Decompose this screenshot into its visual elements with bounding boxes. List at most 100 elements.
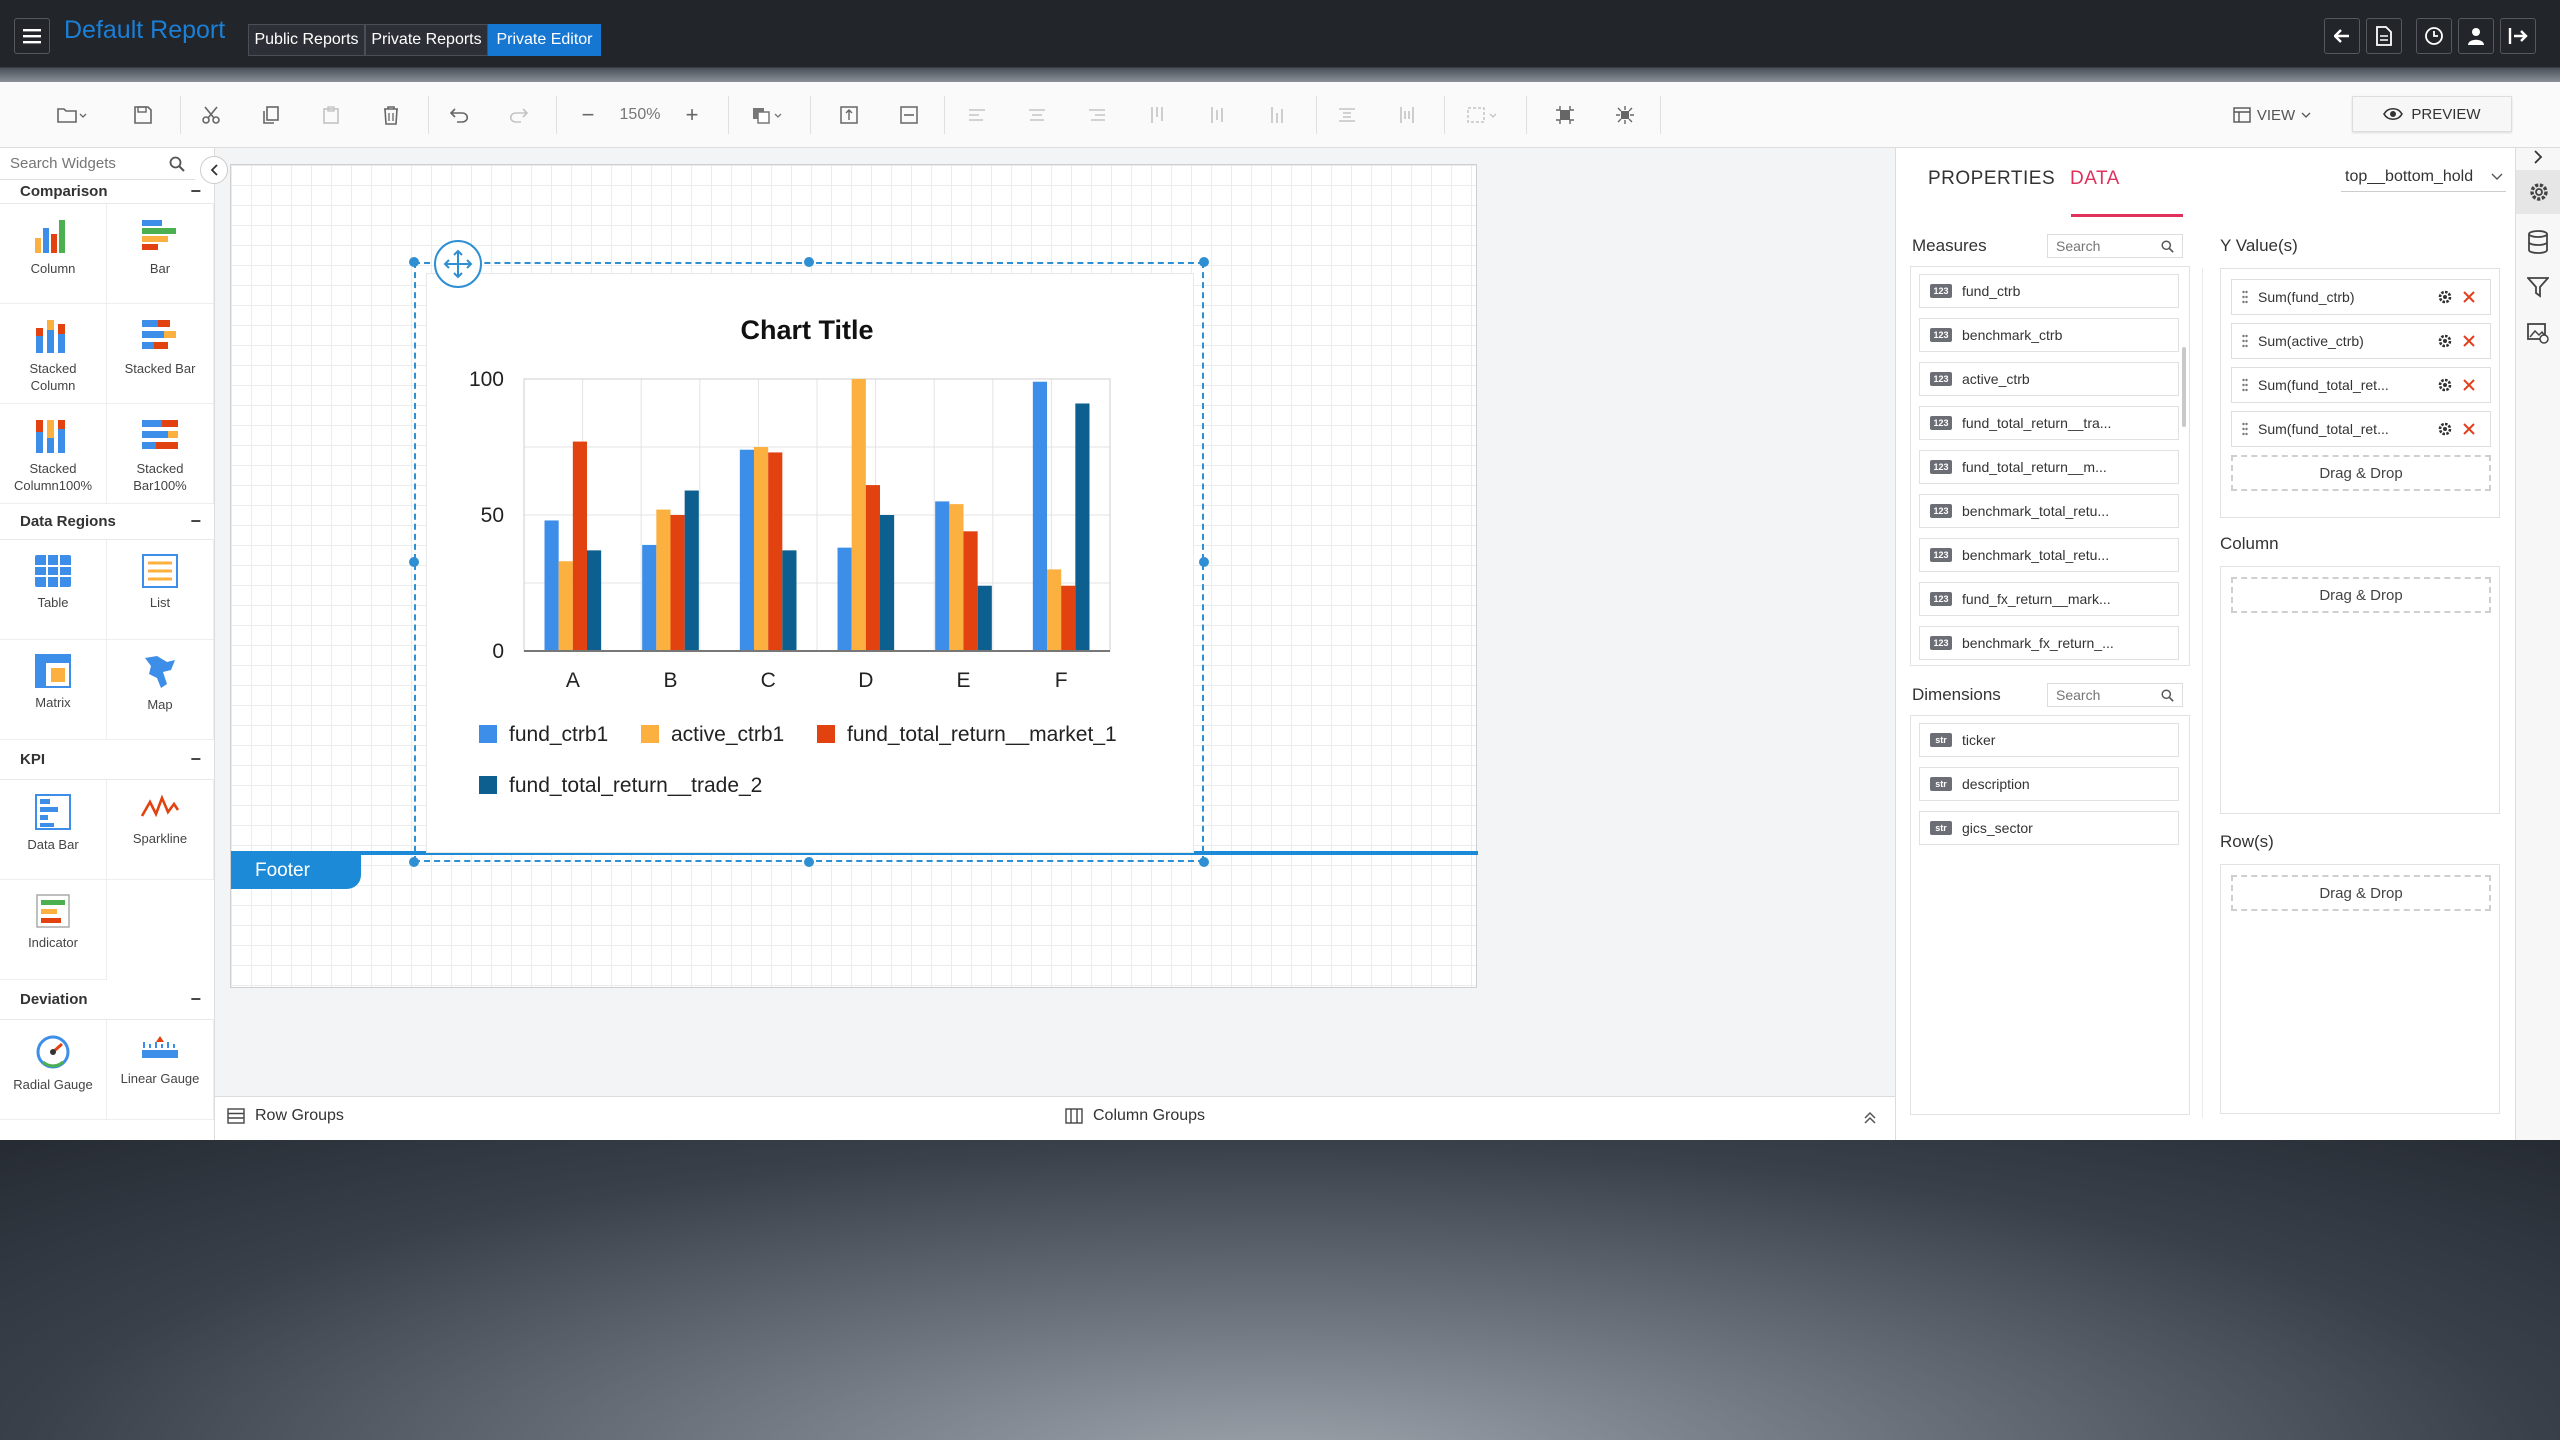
dimension-field[interactable]: str gics_sector	[1919, 811, 2179, 845]
widget-stacked-column100[interactable]: Stacked Column100%	[0, 404, 107, 504]
measure-field[interactable]: 123 fund_total_return__m...	[1919, 450, 2179, 484]
section-data-regions[interactable]: Data Regions −	[0, 504, 215, 540]
minus-icon[interactable]: −	[190, 749, 201, 770]
y-value-item[interactable]: Sum(fund_total_ret...	[2231, 367, 2491, 403]
image-settings-icon[interactable]	[2527, 322, 2549, 344]
widget-stacked-column[interactable]: Stacked Column	[0, 304, 107, 404]
measure-field[interactable]: 123 benchmark_fx_return_...	[1919, 626, 2179, 660]
resize-handle[interactable]	[1199, 257, 1209, 267]
collapse-panel-button[interactable]	[200, 156, 228, 184]
dataset-select[interactable]: top__bottom_hold	[2341, 162, 2506, 192]
rows-drop-zone[interactable]: Drag & Drop	[2231, 875, 2491, 911]
widget-stacked-bar100[interactable]: Stacked Bar100%	[107, 404, 214, 504]
resize-handle[interactable]	[409, 557, 419, 567]
redo-button[interactable]	[504, 100, 534, 130]
widget-stacked-bar[interactable]: Stacked Bar	[107, 304, 214, 404]
tab-private-reports[interactable]: Private Reports	[365, 24, 488, 56]
drag-handle-icon[interactable]	[2242, 378, 2248, 392]
cut-button[interactable]	[196, 100, 226, 130]
measures-scrollbar[interactable]	[2182, 347, 2186, 427]
arrange-button[interactable]	[748, 100, 790, 130]
drag-handle-icon[interactable]	[2242, 334, 2248, 348]
settings-rail-button[interactable]	[2516, 170, 2560, 214]
fit-width-button[interactable]	[834, 100, 864, 130]
gear-icon[interactable]	[2436, 332, 2454, 350]
resize-handle[interactable]	[1199, 857, 1209, 867]
measures-search-input[interactable]	[2056, 238, 2156, 254]
widget-indicator[interactable]: Indicator	[0, 880, 107, 980]
delete-button[interactable]	[376, 100, 406, 130]
widget-sparkline[interactable]: Sparkline	[107, 780, 214, 880]
measure-field[interactable]: 123 active_ctrb	[1919, 362, 2179, 396]
fit-height-button[interactable]	[894, 100, 924, 130]
measure-field[interactable]: 123 fund_fx_return__mark...	[1919, 582, 2179, 616]
open-file-button[interactable]	[52, 100, 92, 130]
zoom-in-button[interactable]: +	[678, 100, 706, 130]
grid-options-button[interactable]	[1464, 100, 1504, 130]
align-center-button[interactable]	[1024, 100, 1050, 130]
distribute-vertical-button[interactable]	[1394, 100, 1420, 130]
widget-search[interactable]	[0, 148, 195, 180]
tab-private-editor[interactable]: Private Editor	[488, 24, 601, 56]
widget-linear-gauge[interactable]: Linear Gauge	[107, 1020, 214, 1120]
search-icon[interactable]	[169, 156, 185, 172]
dimension-field[interactable]: str ticker	[1919, 723, 2179, 757]
resize-handle[interactable]	[409, 257, 419, 267]
paste-button[interactable]	[316, 100, 346, 130]
chevrons-up-icon[interactable]	[1863, 1111, 1877, 1125]
widget-bar[interactable]: Bar	[107, 204, 214, 304]
document-button[interactable]	[2366, 18, 2402, 54]
minus-icon[interactable]: −	[190, 511, 201, 532]
align-right-button[interactable]	[1084, 100, 1110, 130]
dimensions-search[interactable]	[2047, 683, 2183, 707]
logout-button[interactable]	[2500, 18, 2536, 54]
measure-field[interactable]: 123 benchmark_ctrb	[1919, 318, 2179, 352]
history-button[interactable]	[2416, 18, 2452, 54]
drag-handle-icon[interactable]	[2242, 290, 2248, 304]
gear-icon[interactable]	[2436, 420, 2454, 438]
gear-icon[interactable]	[2436, 288, 2454, 306]
tab-properties[interactable]: PROPERTIES	[1928, 168, 2055, 190]
widget-matrix[interactable]: Matrix	[0, 640, 107, 740]
dimension-field[interactable]: str description	[1919, 767, 2179, 801]
section-deviation[interactable]: Deviation −	[0, 980, 215, 1020]
hamburger-menu-button[interactable]	[14, 18, 50, 54]
move-handle[interactable]	[434, 240, 482, 288]
user-button[interactable]	[2458, 18, 2494, 54]
measure-field[interactable]: 123 fund_total_return__tra...	[1919, 406, 2179, 440]
save-button[interactable]	[128, 100, 158, 130]
zoom-out-button[interactable]: −	[574, 100, 602, 130]
distribute-horizontal-button[interactable]	[1334, 100, 1360, 130]
tab-data[interactable]: DATA	[2070, 168, 2120, 190]
y-value-item[interactable]: Sum(active_ctrb)	[2231, 323, 2491, 359]
resize-handle[interactable]	[409, 857, 419, 867]
align-middle-button[interactable]	[1204, 100, 1230, 130]
y-value-item[interactable]: Sum(fund_total_ret...	[2231, 411, 2491, 447]
align-left-button[interactable]	[964, 100, 990, 130]
resize-handle[interactable]	[804, 257, 814, 267]
drag-handle-icon[interactable]	[2242, 422, 2248, 436]
close-icon[interactable]	[2462, 378, 2476, 392]
measure-field[interactable]: 123 benchmark_total_retu...	[1919, 494, 2179, 528]
section-kpi[interactable]: KPI −	[0, 740, 215, 780]
widget-list[interactable]: List	[107, 540, 214, 640]
row-groups-toggle[interactable]: Row Groups	[227, 1107, 344, 1125]
chevron-right-icon[interactable]	[2532, 150, 2544, 164]
y-value-item[interactable]: Sum(fund_ctrb)	[2231, 279, 2491, 315]
measure-field[interactable]: 123 fund_ctrb	[1919, 274, 2179, 308]
align-bottom-button[interactable]	[1264, 100, 1290, 130]
column-groups-toggle[interactable]: Column Groups	[1065, 1107, 1205, 1125]
preview-button[interactable]: PREVIEW	[2352, 96, 2512, 132]
minus-icon[interactable]: −	[190, 989, 201, 1010]
undo-button[interactable]	[444, 100, 474, 130]
gear-icon[interactable]	[2436, 376, 2454, 394]
footer-tag[interactable]: Footer	[231, 853, 361, 889]
zoom-level[interactable]: 150%	[612, 100, 668, 130]
dimensions-search-input[interactable]	[2056, 687, 2156, 703]
widget-radial-gauge[interactable]: Radial Gauge	[0, 1020, 107, 1120]
y-values-drop-zone[interactable]: Drag & Drop	[2231, 455, 2491, 491]
section-comparison[interactable]: Comparison −	[0, 180, 215, 204]
measures-search[interactable]	[2047, 234, 2183, 258]
copy-button[interactable]	[256, 100, 286, 130]
close-icon[interactable]	[2462, 422, 2476, 436]
